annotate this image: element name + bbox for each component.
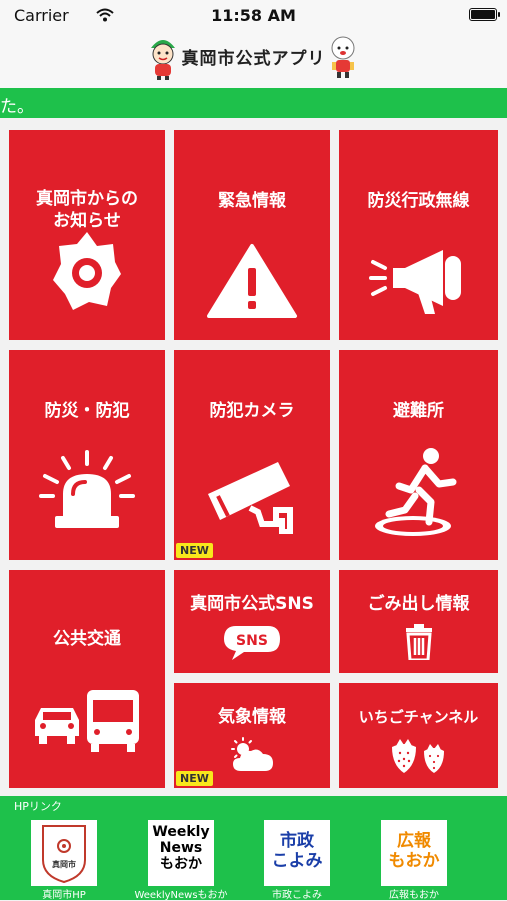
sns-icon-text: SNS: [236, 633, 268, 649]
hp-link-caption: 真岡市HP: [42, 890, 86, 901]
tile-label: 防犯カメラ: [209, 401, 295, 421]
tile-weather[interactable]: 気象情報 NEW: [174, 683, 330, 788]
tile-label: 気象情報: [218, 707, 286, 727]
thumb-line: Weekly: [152, 824, 210, 840]
strawberry-icon: [386, 737, 452, 779]
thumb-line: もおか: [160, 856, 202, 873]
new-badge: NEW: [176, 543, 213, 558]
thumb-line: 市政: [280, 831, 314, 851]
security-camera-icon: [204, 454, 300, 538]
tile-city-notices[interactable]: 真岡市からの お知らせ: [9, 130, 165, 340]
hp-link-public-relations[interactable]: 広報 もおか 広報もおか: [364, 820, 464, 901]
tile-label: 真岡市公式SNS: [190, 594, 314, 614]
tile-label: 防災行政無線: [367, 191, 470, 211]
city-hp-thumb-text: 真岡市: [52, 860, 76, 869]
public-relations-thumbnail: 広報 もおか: [381, 820, 447, 886]
mascot-right-icon: [326, 34, 360, 84]
tile-label: 防災・防犯: [44, 401, 130, 421]
tile-official-sns[interactable]: 真岡市公式SNS SNS: [174, 570, 330, 673]
city-calendar-thumbnail: 市政 こよみ: [264, 820, 330, 886]
siren-icon: [37, 450, 137, 536]
tile-label: 避難所: [393, 401, 444, 421]
hp-links-bar: HPリンク 真岡市 真岡市HP Weekly News もおか WeeklyNe…: [0, 796, 507, 901]
status-bar: Carrier 11:58 AM: [0, 0, 507, 30]
tile-security-camera[interactable]: 防犯カメラ NEW: [174, 350, 330, 560]
hp-link-caption: WeeklyNewsもおか: [134, 890, 228, 901]
badge-icon: [51, 230, 123, 318]
tile-label: いちごチャンネル: [358, 708, 479, 726]
tile-emergency-info[interactable]: 緊急情報: [174, 130, 330, 340]
hp-link-caption: 広報もおか: [389, 890, 439, 901]
tile-public-transport[interactable]: 公共交通: [9, 570, 165, 788]
hp-link-city-calendar[interactable]: 市政 こよみ 市政こよみ: [247, 820, 347, 901]
ticker-text: た。: [0, 97, 34, 117]
hp-link-weekly-news[interactable]: Weekly News もおか WeeklyNewsもおか: [131, 820, 231, 901]
thumb-line: News: [159, 840, 203, 857]
tile-label: 緊急情報: [218, 191, 286, 211]
warning-icon: [205, 242, 299, 324]
app-title: 真岡市公式アプリ: [181, 49, 326, 69]
thumb-line: こよみ: [271, 850, 323, 871]
weekly-news-thumbnail: Weekly News もおか: [148, 820, 214, 886]
city-hp-thumbnail: 真岡市: [31, 820, 97, 886]
app-header: 真岡市公式アプリ: [0, 30, 507, 89]
menu-grid: 真岡市からの お知らせ 緊急情報 防災行政無線 防災・防犯 防犯カメラ NEW …: [0, 118, 507, 796]
tile-strawberry-channel[interactable]: いちごチャンネル: [339, 683, 498, 788]
tile-garbage-info[interactable]: ごみ出し情報: [339, 570, 498, 673]
megaphone-icon: [368, 244, 469, 320]
car-bus-icon: [31, 688, 143, 758]
clock: 11:58 AM: [211, 6, 296, 25]
tile-shelter[interactable]: 避難所: [339, 350, 498, 560]
battery-icon: [469, 8, 500, 21]
hp-link-city-hp[interactable]: 真岡市 真岡市HP: [14, 820, 114, 901]
hp-link-caption: 市政こよみ: [272, 890, 322, 901]
city-emblem-icon: [42, 825, 86, 884]
new-badge: NEW: [176, 771, 213, 786]
weather-icon: [229, 737, 275, 777]
thumb-line: 広報: [397, 831, 431, 851]
tile-label: 公共交通: [53, 629, 121, 649]
thumb-line: もおか: [388, 850, 440, 871]
running-person-icon: [371, 446, 467, 542]
tile-disaster-radio[interactable]: 防災行政無線: [339, 130, 498, 340]
sns-icon: SNS: [222, 624, 282, 666]
tile-label: ごみ出し情報: [367, 594, 470, 614]
news-ticker[interactable]: た。: [0, 88, 507, 118]
trash-can-icon: [404, 624, 434, 664]
hp-links-title: HPリンク: [14, 800, 62, 813]
tile-disaster-crime-prevention[interactable]: 防災・防犯: [9, 350, 165, 560]
tile-label: 真岡市からの お知らせ: [36, 189, 138, 231]
